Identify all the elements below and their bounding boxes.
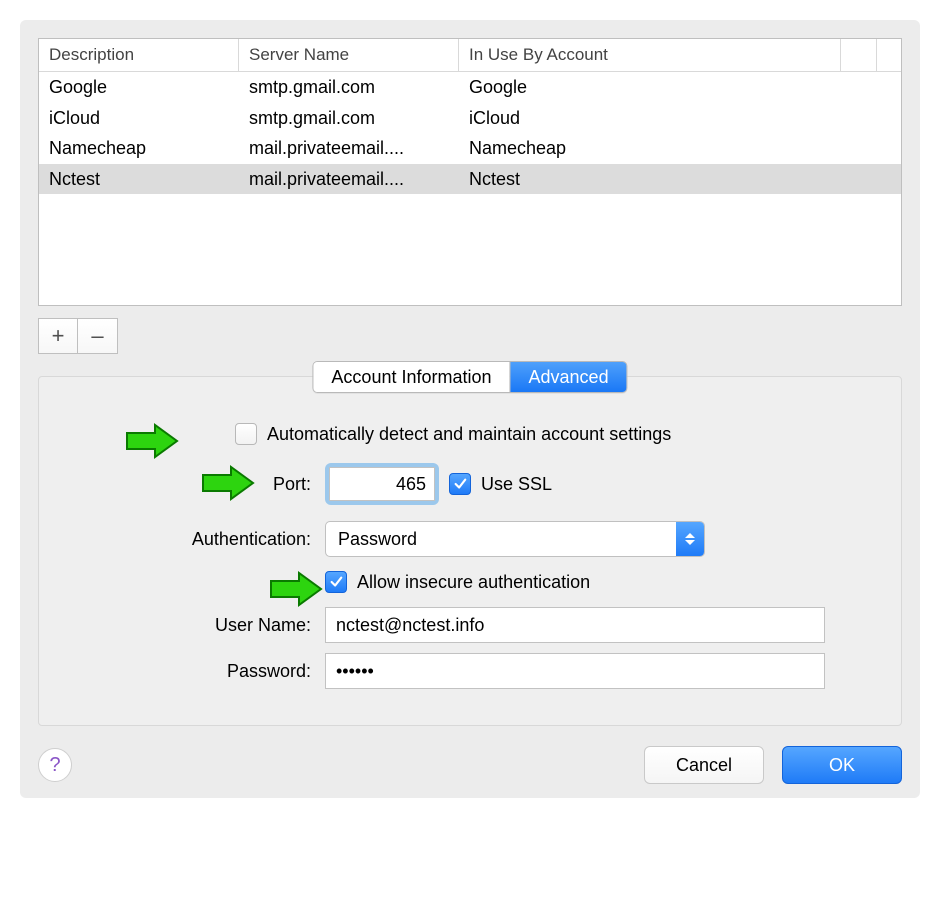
cell-server: smtp.gmail.com [239,72,459,103]
help-button[interactable]: ? [38,748,72,782]
col-header-blank2 [877,39,901,71]
chevron-updown-icon [676,522,704,556]
tab-bar: Account Information Advanced [312,361,627,393]
password-label: Password: [65,661,325,682]
col-header-server[interactable]: Server Name [239,39,459,71]
remove-server-button[interactable]: – [78,318,118,354]
allow-insecure-checkbox[interactable] [325,571,347,593]
col-header-description[interactable]: Description [39,39,239,71]
table-row[interactable]: iCloudsmtp.gmail.comiCloud [39,103,901,134]
port-input[interactable] [329,467,435,501]
annotation-arrow-icon [269,571,323,607]
authentication-value: Password [326,529,676,550]
server-table: Description Server Name In Use By Accoun… [38,38,902,306]
annotation-arrow-icon [125,423,179,459]
cell-inuse: Nctest [459,164,901,195]
cell-description: Google [39,72,239,103]
table-row[interactable]: Googlesmtp.gmail.comGoogle [39,72,901,103]
username-input[interactable] [325,607,825,643]
add-remove-group: + – [38,318,902,354]
authentication-select[interactable]: Password [325,521,705,557]
cell-description: Namecheap [39,133,239,164]
cell-inuse: Google [459,72,901,103]
tab-advanced[interactable]: Advanced [510,362,627,392]
cell-inuse: Namecheap [459,133,901,164]
cell-server: mail.privateemail.... [239,164,459,195]
row-authentication: Authentication: Password [65,521,875,557]
add-server-button[interactable]: + [38,318,78,354]
cell-server: smtp.gmail.com [239,103,459,134]
auto-detect-label: Automatically detect and maintain accoun… [267,424,671,445]
row-port: Port: Use SSL [65,463,875,505]
cell-description: iCloud [39,103,239,134]
tab-account-information[interactable]: Account Information [313,362,509,392]
col-header-blank1 [841,39,877,71]
use-ssl-checkbox[interactable] [449,473,471,495]
use-ssl-label: Use SSL [481,474,552,495]
cancel-button[interactable]: Cancel [644,746,764,784]
table-row[interactable]: Nctestmail.privateemail....Nctest [39,164,901,195]
footer: ? Cancel OK [38,746,902,784]
smtp-servers-panel: Description Server Name In Use By Accoun… [20,20,920,798]
row-auto-detect: Automatically detect and maintain accoun… [65,423,875,445]
cell-server: mail.privateemail.... [239,133,459,164]
cell-inuse: iCloud [459,103,901,134]
settings-box: Account Information Advanced Automatical… [38,376,902,726]
col-header-inuse[interactable]: In Use By Account [459,39,841,71]
username-label: User Name: [65,615,325,636]
authentication-label: Authentication: [65,529,325,550]
allow-insecure-label: Allow insecure authentication [357,572,590,593]
table-body: Googlesmtp.gmail.comGoogleiCloudsmtp.gma… [39,72,901,305]
table-header: Description Server Name In Use By Accoun… [39,39,901,72]
port-label: Port: [65,474,325,495]
row-username: User Name: [65,607,875,643]
ok-button[interactable]: OK [782,746,902,784]
cell-description: Nctest [39,164,239,195]
row-allow-insecure: Allow insecure authentication [65,571,875,593]
table-row[interactable]: Namecheapmail.privateemail....Namecheap [39,133,901,164]
row-password: Password: [65,653,875,689]
password-input[interactable] [325,653,825,689]
auto-detect-checkbox[interactable] [235,423,257,445]
